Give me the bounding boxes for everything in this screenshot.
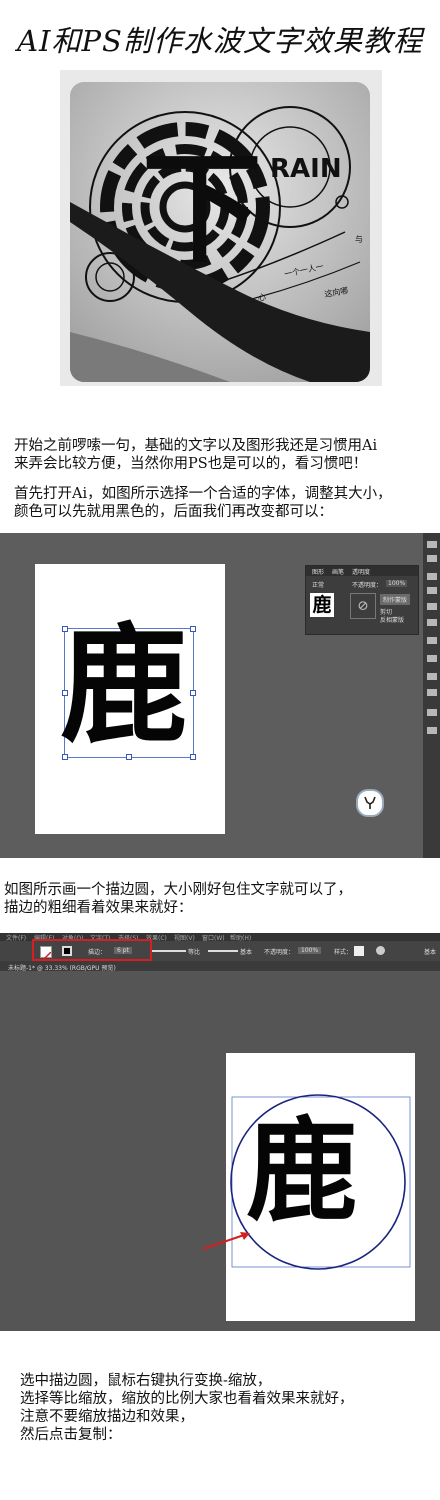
- hero-image: 下 RAIN 一个一人一 心 这向哪 与: [70, 82, 370, 382]
- workspace-select[interactable]: 基本: [424, 947, 436, 956]
- intro-paragraph: 开始之前啰嗦一句，基础的文字以及图形我还是习惯用Ai 来弄会比较方便，当然你用P…: [14, 438, 378, 472]
- opacity-field[interactable]: 100%: [386, 580, 408, 587]
- handle[interactable]: [190, 754, 196, 760]
- page-title: AI和PS制作水波文字效果教程: [17, 24, 423, 58]
- tool-icon[interactable]: [427, 673, 437, 680]
- tool-icon[interactable]: [427, 727, 437, 734]
- right-tool-strip: [423, 533, 440, 858]
- stroke-profile-preview[interactable]: [152, 950, 186, 952]
- deer-glyph[interactable]: 鹿: [60, 617, 188, 757]
- panel-tabbar: 图形 画笔 透明度: [306, 566, 418, 576]
- tool-icon[interactable]: [427, 587, 437, 594]
- rain-label: RAIN: [270, 154, 342, 184]
- tool-icon[interactable]: [427, 603, 437, 610]
- tool-icon[interactable]: [427, 709, 437, 716]
- tool-icon[interactable]: [427, 573, 437, 580]
- step1-paragraph: 首先打开Ai，如图所示选择一个合适的字体，调整其大小， 颜色可以先就用黑色的，后…: [14, 486, 392, 520]
- tab-transparency[interactable]: 透明度: [352, 567, 370, 576]
- curve-text-2: 心: [258, 293, 266, 302]
- document-tabbar: 未标题-1* @ 33.33% (RGB/GPU 预览): [0, 961, 440, 972]
- annotation-highlight-box: [32, 939, 152, 961]
- tool-icon[interactable]: [427, 541, 437, 548]
- brush-preview[interactable]: [208, 950, 238, 952]
- style-swatch[interactable]: [354, 946, 364, 956]
- illustrator-screenshot-1: 鹿 图形 画笔 透明度 正常 不透明度： 100% 鹿 ⊘ 制作蒙版 剪切 反相…: [0, 533, 440, 858]
- step2-paragraph: 如图所示画一个描边圆，大小刚好包住文字就可以了， 描边的粗细看着效果来就好：: [4, 882, 352, 916]
- tool-icon[interactable]: [427, 655, 437, 662]
- hero-artwork: 下 RAIN 一个一人一 心 这向哪 与: [70, 82, 370, 382]
- opacity-label: 不透明度：: [352, 582, 383, 589]
- opacity-field[interactable]: 100%: [298, 947, 322, 954]
- curve-text-4: 与: [355, 235, 363, 244]
- document-tab[interactable]: 未标题-1* @ 33.33% (RGB/GPU 预览): [8, 963, 116, 972]
- style-label: 样式：: [334, 949, 353, 956]
- invert-mask-checkbox[interactable]: 反相蒙版: [380, 615, 404, 624]
- handle[interactable]: [190, 626, 196, 632]
- uniform-profile-select[interactable]: 等比: [188, 947, 200, 956]
- recolor-icon[interactable]: [376, 946, 385, 955]
- handle[interactable]: [190, 690, 196, 696]
- mask-placeholder-icon: ⊘: [350, 593, 376, 619]
- tool-icon[interactable]: [427, 637, 437, 644]
- blend-mode-select[interactable]: 正常: [312, 580, 324, 589]
- red-arrow-icon: [202, 1232, 250, 1250]
- tool-icon[interactable]: [427, 689, 437, 696]
- illustrator-screenshot-2: 文件(F) 编辑(E) 对象(O) 文字(T) 选择(S) 效果(C) 视图(V…: [0, 933, 440, 1331]
- layer-thumbnail[interactable]: 鹿: [310, 593, 334, 617]
- step3-paragraph: 选中描边圆，鼠标右键执行变换-缩放， 选择等比缩放，缩放的比例大家也看着效果来就…: [20, 1373, 354, 1443]
- deer-glyph[interactable]: 鹿: [246, 1111, 358, 1233]
- opacity-label: 不透明度：: [264, 949, 295, 956]
- tab-graphic[interactable]: 图形: [312, 567, 324, 576]
- tool-icon[interactable]: [427, 555, 437, 562]
- make-mask-button[interactable]: 制作蒙版: [380, 594, 411, 605]
- tab-brush[interactable]: 画笔: [332, 567, 344, 576]
- tool-icon[interactable]: [427, 619, 437, 626]
- deer-logo-icon: [356, 789, 384, 817]
- brush-basic-select[interactable]: 基本: [240, 947, 252, 956]
- transparency-panel: 图形 画笔 透明度 正常 不透明度： 100% 鹿 ⊘ 制作蒙版 剪切 反相蒙版: [305, 565, 419, 635]
